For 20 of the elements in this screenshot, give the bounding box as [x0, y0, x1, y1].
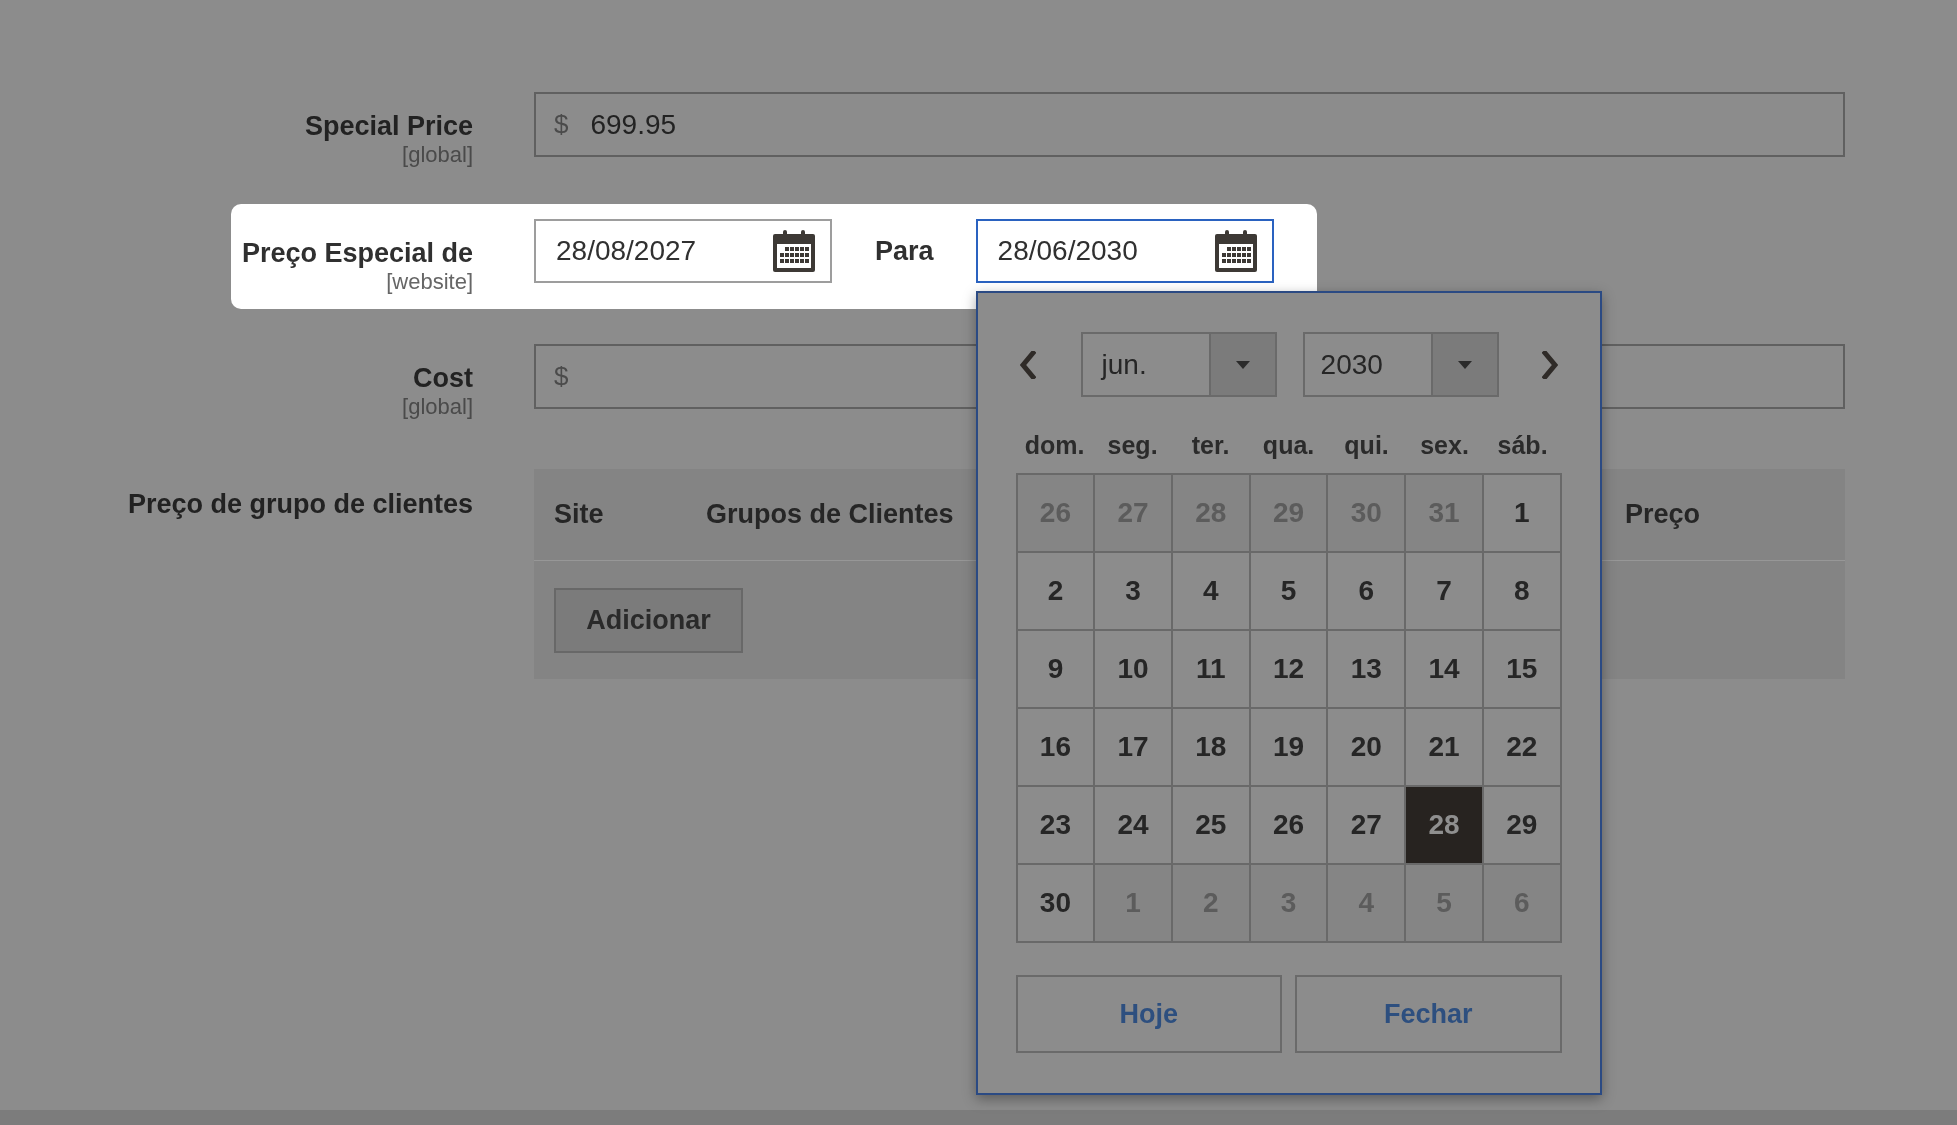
weekday-label: sex.	[1419, 430, 1470, 461]
field-label: Cost	[412, 362, 473, 394]
field-label: Special Price	[303, 110, 473, 142]
weekday-label: dom.	[1023, 430, 1086, 461]
scope-label: [global]	[401, 144, 473, 166]
field-label: Preço de grupo de clientes	[126, 488, 473, 520]
currency-prefix: $	[554, 360, 569, 393]
column-header: Site	[554, 499, 604, 530]
weekday-label: seg.	[1106, 430, 1159, 461]
column-header: Grupos de Clientes	[706, 499, 954, 530]
field-label: Preço Especial de	[240, 237, 473, 269]
scope-label: [website]	[385, 271, 473, 293]
scope-label: [global]	[401, 396, 473, 418]
currency-prefix: $	[554, 108, 569, 141]
column-header: Preço	[1625, 499, 1701, 530]
weekday-label: ter.	[1190, 430, 1231, 461]
weekday-label: qui.	[1343, 430, 1390, 461]
weekday-label: sáb.	[1496, 430, 1549, 461]
field-label: Para	[875, 234, 934, 268]
weekday-label: qua.	[1261, 430, 1316, 461]
